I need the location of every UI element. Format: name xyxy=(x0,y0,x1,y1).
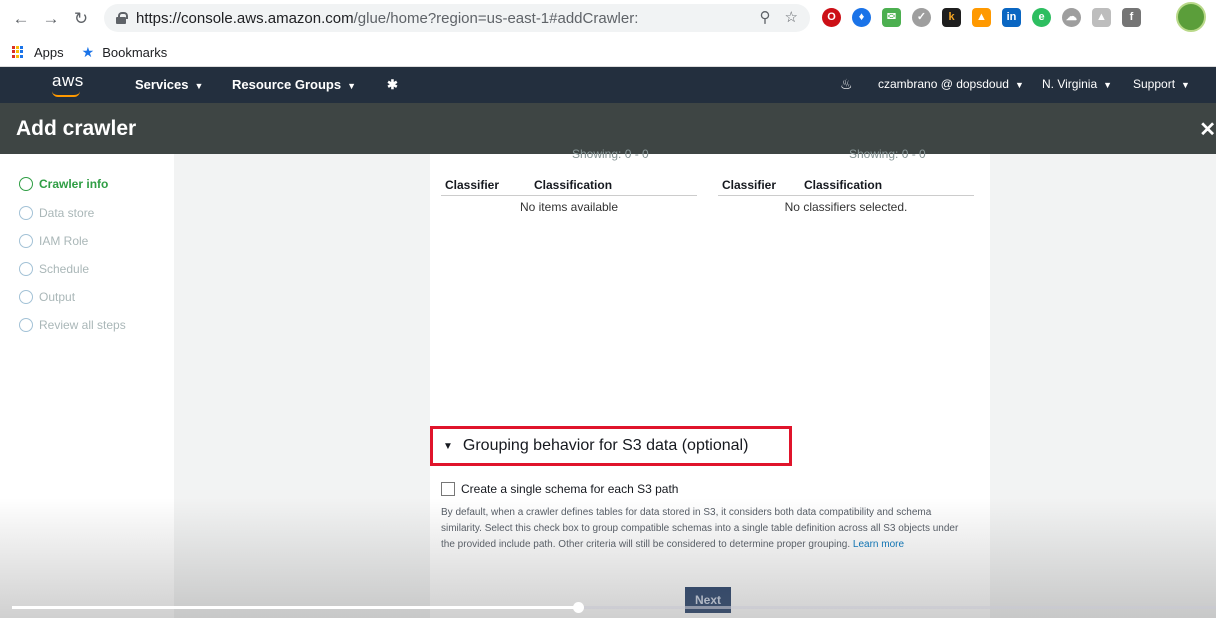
step-data-store[interactable]: Data store xyxy=(19,206,94,220)
single-schema-option[interactable]: Create a single schema for each S3 path xyxy=(441,482,678,496)
table-header: Classifier Classification xyxy=(441,174,697,196)
services-label: Services xyxy=(135,77,189,92)
right-showing-count: Showing: 0 - 0 xyxy=(849,147,926,161)
page-title: Add crawler xyxy=(16,116,137,140)
column-classifier[interactable]: Classifier xyxy=(718,178,804,192)
column-classifier[interactable]: Classifier xyxy=(441,178,534,192)
linkedin-extension-icon[interactable]: in xyxy=(1002,8,1021,27)
main-area: Crawler info Data store IAM Role Schedul… xyxy=(0,147,1216,618)
left-showing-count: Showing: 0 - 0 xyxy=(572,147,649,161)
user-menu[interactable]: czambrano @ dopsdoud ▼ xyxy=(878,77,1024,91)
selected-classifiers-table: Classifier Classification No classifiers… xyxy=(718,174,974,214)
step-crawler-info[interactable]: Crawler info xyxy=(19,177,108,191)
cloud-extension-icon[interactable]: ☁ xyxy=(1062,8,1081,27)
step-label: Crawler info xyxy=(39,177,109,191)
step-circle-icon xyxy=(19,318,33,332)
step-label: Output xyxy=(39,290,76,304)
address-bar[interactable]: https://console.aws.amazon.com/glue/home… xyxy=(104,4,810,32)
resource-groups-label: Resource Groups xyxy=(232,77,342,92)
bell-icon[interactable]: ♨ xyxy=(840,76,853,93)
region-label: N. Virginia xyxy=(1042,77,1098,91)
grouping-title: Grouping behavior for S3 data (optional) xyxy=(462,437,749,454)
resource-groups-menu[interactable]: Resource Groups ▼ xyxy=(232,77,356,92)
zoom-icon[interactable]: ⚲ xyxy=(760,8,771,26)
step-circle-icon xyxy=(19,234,33,248)
extensions-bar: O ♦ ✉ ✓ k ▲ in e ☁ ▲ f xyxy=(822,8,1141,27)
user-label: czambrano @ dopsdoud xyxy=(878,77,1009,91)
learn-more-link[interactable]: Learn more xyxy=(853,539,904,550)
step-output[interactable]: Output xyxy=(19,290,75,304)
aws-logo-text: aws xyxy=(52,71,84,90)
back-icon[interactable]: ← xyxy=(10,8,32,30)
checkbox-label: Create a single schema for each S3 path xyxy=(461,482,679,496)
step-review[interactable]: Review all steps xyxy=(19,318,126,332)
evernote-extension-icon[interactable]: e xyxy=(1032,8,1051,27)
forward-icon[interactable]: → xyxy=(40,8,62,30)
empty-message: No items available xyxy=(519,200,619,214)
chevron-down-icon: ▼ xyxy=(1103,80,1113,90)
caret-down-icon: ▼ xyxy=(443,440,453,452)
step-circle-icon xyxy=(19,290,33,304)
single-schema-checkbox[interactable] xyxy=(441,482,455,496)
step-circle-icon xyxy=(19,177,33,191)
diamond-extension-icon[interactable]: ♦ xyxy=(852,8,871,27)
steps-sidebar: Crawler info Data store IAM Role Schedul… xyxy=(0,154,174,618)
mail-extension-icon[interactable]: ✉ xyxy=(882,8,901,27)
pin-icon[interactable]: ✱ xyxy=(387,77,398,93)
aws-logo[interactable]: aws xyxy=(52,71,84,97)
grouping-description: By default, when a crawler defines table… xyxy=(441,505,971,553)
step-circle-icon xyxy=(19,206,33,220)
lock-icon xyxy=(116,12,128,24)
facebook-extension-icon[interactable]: f xyxy=(1122,8,1141,27)
step-label: Review all steps xyxy=(39,318,126,332)
url-host: https://console.aws.amazon.com xyxy=(136,9,354,27)
table-header: Classifier Classification xyxy=(718,174,974,196)
column-classification[interactable]: Classification xyxy=(534,178,612,192)
aws-navbar: aws Services ▼ Resource Groups ▼ ✱ ♨ czamb… xyxy=(0,67,1216,103)
chevron-down-icon: ▼ xyxy=(1014,80,1024,90)
close-icon[interactable]: ✕ xyxy=(1199,117,1216,142)
next-button[interactable]: Next xyxy=(685,587,731,613)
url-path: /glue/home?region=us-east-1#addCrawler: xyxy=(353,9,639,27)
shield-extension-icon[interactable]: ✓ xyxy=(912,8,931,27)
step-label: Schedule xyxy=(39,262,90,276)
aws-smile-icon xyxy=(52,91,80,97)
step-schedule[interactable]: Schedule xyxy=(19,262,89,276)
support-label: Support xyxy=(1133,77,1176,91)
reload-icon[interactable]: ↻ xyxy=(70,8,92,30)
k-extension-icon[interactable]: k xyxy=(942,8,961,27)
video-progress-fill xyxy=(12,606,578,609)
bookmarks-bar: Apps ★ Bookmarks xyxy=(0,38,1216,67)
step-label: IAM Role xyxy=(39,234,89,248)
profile-avatar[interactable] xyxy=(1176,2,1206,32)
chevron-down-icon: ▼ xyxy=(347,81,357,91)
tree-extension-icon[interactable]: ▲ xyxy=(1092,8,1111,27)
chevron-down-icon: ▼ xyxy=(194,81,204,91)
star-icon: ★ xyxy=(81,43,95,60)
video-progress-bar[interactable] xyxy=(12,602,1216,613)
bookmark-apps[interactable]: Apps xyxy=(34,45,64,60)
step-label: Data store xyxy=(39,206,95,220)
chevron-down-icon: ▼ xyxy=(1181,80,1190,90)
column-classification[interactable]: Classification xyxy=(804,178,882,192)
bookmark-bookmarks[interactable]: Bookmarks xyxy=(102,45,167,60)
bookmark-star-icon[interactable]: ☆ xyxy=(785,8,798,26)
empty-message: No classifiers selected. xyxy=(784,200,908,214)
browser-toolbar: ← → ↻ https://console.aws.amazon.com/glu… xyxy=(0,0,1216,38)
services-menu[interactable]: Services ▼ xyxy=(135,77,203,92)
available-classifiers-table: Classifier Classification No items avail… xyxy=(441,174,697,214)
apps-grid-icon[interactable] xyxy=(12,45,25,59)
video-scrubber-handle[interactable] xyxy=(572,602,584,613)
step-iam-role[interactable]: IAM Role xyxy=(19,234,88,248)
triangle-extension-icon[interactable]: ▲ xyxy=(972,8,991,27)
region-menu[interactable]: N. Virginia ▼ xyxy=(1042,77,1112,91)
grouping-section-toggle[interactable]: ▼ Grouping behavior for S3 data (optiona… xyxy=(430,426,792,466)
support-menu[interactable]: Support ▼ xyxy=(1133,77,1190,91)
opera-extension-icon[interactable]: O xyxy=(822,8,841,27)
step-circle-icon xyxy=(19,262,33,276)
